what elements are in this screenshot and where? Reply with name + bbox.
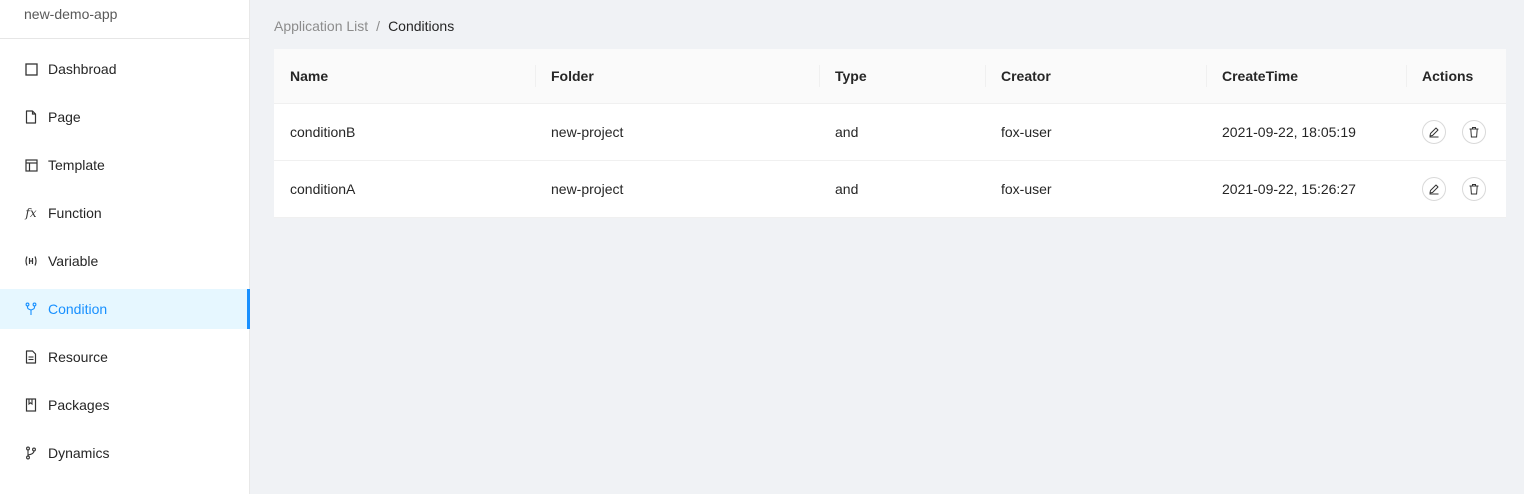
cell-type: and (819, 103, 985, 161)
app-root: new-demo-app Dashbroad Page Template fx … (0, 0, 1524, 494)
conditions-table: Name Folder Type Creator CreateTime Acti… (274, 49, 1506, 218)
square-icon (24, 62, 38, 76)
breadcrumb: Application List / Conditions (274, 18, 454, 34)
cell-folder: new-project (535, 103, 819, 161)
trash-icon (1469, 184, 1479, 195)
sidebar-item-resource[interactable]: Resource (0, 337, 249, 377)
cell-creator: fox-user (985, 103, 1206, 161)
table-header-row: Name Folder Type Creator CreateTime Acti… (274, 49, 1506, 104)
sidebar: new-demo-app Dashbroad Page Template fx … (0, 0, 250, 494)
conditions-table-container: Name Folder Type Creator CreateTime Acti… (274, 49, 1506, 218)
cell-type: and (819, 160, 985, 218)
row-actions (1422, 177, 1490, 201)
column-header-actions: Actions (1406, 49, 1506, 104)
branch-fork-icon (24, 302, 38, 316)
main-content: Application List / Conditions Name Folde… (250, 0, 1524, 494)
layout-icon (24, 158, 38, 172)
edit-icon (1429, 127, 1439, 138)
sidebar-item-page[interactable]: Page (0, 97, 249, 137)
column-header-type: Type (819, 49, 985, 104)
sidebar-item-label: Function (48, 205, 102, 221)
sidebar-item-variable[interactable]: Variable (0, 241, 249, 281)
cell-actions (1406, 103, 1506, 161)
cell-createtime: 2021-09-22, 18:05:19 (1206, 103, 1406, 161)
file-icon (24, 110, 38, 124)
breadcrumb-current: Conditions (388, 18, 455, 34)
sidebar-divider (0, 38, 249, 39)
column-header-name: Name (274, 49, 535, 104)
sidebar-item-template[interactable]: Template (0, 145, 249, 185)
table-row: conditionA new-project and fox-user 2021… (274, 160, 1506, 218)
sidebar-item-label: Condition (48, 301, 108, 317)
breadcrumb-parent-link[interactable]: Application List (274, 18, 368, 34)
sidebar-item-label: Packages (48, 397, 110, 413)
sidebar-item-condition[interactable]: Condition (0, 289, 250, 329)
app-name: new-demo-app (24, 6, 118, 22)
edit-button[interactable] (1422, 177, 1446, 201)
breadcrumb-separator: / (376, 18, 381, 34)
sidebar-item-label: Dynamics (48, 445, 110, 461)
sidebar-nav: Dashbroad Page Template fx Function Vari… (0, 49, 250, 481)
edit-button[interactable] (1422, 120, 1446, 144)
sidebar-item-label: Dashbroad (48, 61, 117, 77)
cell-name: conditionA (274, 160, 535, 218)
git-branch-icon (24, 446, 38, 460)
variable-icon (24, 254, 38, 268)
delete-button[interactable] (1462, 177, 1486, 201)
sidebar-item-dashbroad[interactable]: Dashbroad (0, 49, 249, 89)
cell-actions (1406, 160, 1506, 218)
cell-name: conditionB (274, 103, 535, 161)
delete-button[interactable] (1462, 120, 1486, 144)
sidebar-item-label: Template (48, 157, 105, 173)
cell-createtime: 2021-09-22, 15:26:27 (1206, 160, 1406, 218)
column-header-creator: Creator (985, 49, 1206, 104)
table-row: conditionB new-project and fox-user 2021… (274, 103, 1506, 161)
sidebar-item-dynamics[interactable]: Dynamics (0, 433, 249, 473)
sidebar-item-label: Variable (48, 253, 99, 269)
sidebar-item-label: Resource (48, 349, 108, 365)
book-icon (24, 398, 38, 412)
sidebar-item-label: Page (48, 109, 81, 125)
row-actions (1422, 120, 1490, 144)
sidebar-item-packages[interactable]: Packages (0, 385, 249, 425)
cell-creator: fox-user (985, 160, 1206, 218)
cell-folder: new-project (535, 160, 819, 218)
column-header-folder: Folder (535, 49, 819, 104)
column-header-createtime: CreateTime (1206, 49, 1406, 104)
sidebar-item-function[interactable]: fx Function (0, 193, 249, 233)
trash-icon (1469, 127, 1479, 138)
fx-icon: fx (25, 206, 37, 220)
file-text-icon (24, 350, 38, 364)
edit-icon (1429, 184, 1439, 195)
